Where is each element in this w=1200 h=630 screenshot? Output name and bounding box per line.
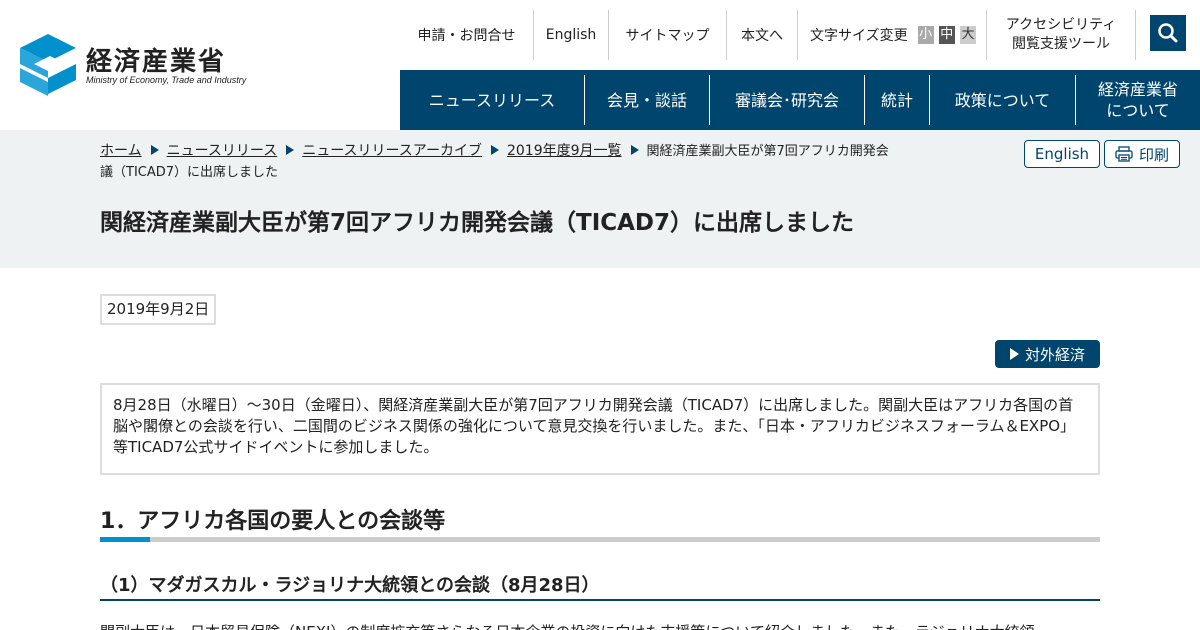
category-tag-label: 対外経済 bbox=[1024, 345, 1085, 364]
accessibility-label-line1: アクセシビリティ bbox=[1005, 17, 1117, 33]
subsection-heading-rule bbox=[100, 599, 1100, 601]
breadcrumb-month-list[interactable]: 2019年度9月一覧 bbox=[507, 143, 622, 159]
english-page-button[interactable]: English bbox=[1024, 140, 1100, 168]
util-sitemap-link[interactable]: サイトマップ bbox=[608, 10, 726, 60]
font-size-small-button[interactable]: 小 bbox=[917, 26, 934, 44]
font-size-medium-button[interactable]: 中 bbox=[938, 26, 955, 44]
gnav-news-release[interactable]: ニュースリリース bbox=[400, 75, 584, 125]
breadcrumb-home[interactable]: ホーム bbox=[100, 143, 142, 159]
breadcrumb-arrow-icon bbox=[630, 145, 639, 155]
gnav-about-line1: 経済産業省 bbox=[1097, 80, 1178, 99]
breadcrumb-news-release[interactable]: ニュースリリース bbox=[167, 143, 278, 159]
logo-name-en: Ministry of Economy, Trade and Industry bbox=[86, 75, 247, 85]
breadcrumb-arrow-icon bbox=[490, 145, 499, 155]
publish-date: 2019年9月2日 bbox=[100, 294, 217, 325]
section-heading-rule bbox=[100, 537, 1100, 542]
summary-box: 8月28日（水曜日）～30日（金曜日）、関経済産業副大臣が第7回アフリカ開発会議… bbox=[100, 383, 1100, 475]
print-button-label: 印刷 bbox=[1138, 145, 1169, 164]
print-button[interactable]: 印刷 bbox=[1104, 140, 1180, 168]
tag-arrow-icon bbox=[1009, 348, 1019, 360]
font-size-large-button[interactable]: 大 bbox=[959, 26, 977, 44]
breadcrumb: ホーム ニュースリリース ニュースリリースアーカイブ 2019年度9月一覧 関経済産業副… bbox=[100, 141, 900, 183]
subsection-paragraph: 関副大臣は、日本貿易保険（NEXI）の制度拡充等さらなる日本企業の投資に向けた支… bbox=[100, 621, 1100, 630]
accessibility-tool-link[interactable]: アクセシビリティ 閲覧支援ツール bbox=[986, 10, 1136, 60]
category-tag-button[interactable]: 対外経済 bbox=[995, 340, 1100, 368]
gnav-councils[interactable]: 審議会･研究会 bbox=[709, 75, 864, 125]
page-title: 関経済産業副大臣が第7回アフリカ開発会議（TICAD7）に出席しました bbox=[100, 210, 855, 236]
site-logo[interactable]: 経済産業省 Ministry of Economy, Trade and Ind… bbox=[20, 34, 260, 96]
search-icon bbox=[1158, 23, 1178, 43]
global-nav: ニュースリリース 会見・談話 審議会･研究会 統計 政策について 経済産業省 に… bbox=[400, 70, 1200, 130]
breadcrumb-arrow-icon bbox=[150, 145, 159, 155]
section-heading-rule-accent bbox=[100, 537, 150, 542]
util-skip-to-content-link[interactable]: 本文へ bbox=[726, 10, 797, 60]
accessibility-label-line2: 閲覧支援ツール bbox=[1012, 36, 1110, 52]
subsection-heading: （1）マダガスカル・ラジョリナ大統領との会談（8月28日） bbox=[100, 575, 600, 596]
util-english-link[interactable]: English bbox=[533, 10, 608, 60]
gnav-about-line2: について bbox=[1106, 101, 1170, 120]
breadcrumb-arrow-icon bbox=[286, 145, 295, 155]
section-heading: 1．アフリカ各国の要人との会談等 bbox=[100, 509, 446, 534]
breadcrumb-news-archive[interactable]: ニュースリリースアーカイブ bbox=[302, 143, 482, 159]
gnav-statistics[interactable]: 統計 bbox=[864, 75, 929, 125]
font-size-switcher: 文字サイズ変更 小 中 大 bbox=[797, 10, 986, 60]
util-inquiry-link[interactable]: 申請・お問合せ bbox=[400, 10, 533, 60]
meti-logo-icon bbox=[20, 34, 76, 96]
search-button[interactable] bbox=[1150, 15, 1186, 51]
gnav-about-meti[interactable]: 経済産業省 について bbox=[1075, 75, 1200, 125]
font-size-label: 文字サイズ変更 bbox=[810, 28, 908, 44]
utility-nav: 申請・お問合せ English サイトマップ 本文へ 文字サイズ変更 小 中 大… bbox=[400, 10, 1136, 60]
gnav-policy[interactable]: 政策について bbox=[929, 75, 1075, 125]
logo-name-ja: 経済産業省 bbox=[86, 47, 227, 77]
gnav-press-conference[interactable]: 会見・談話 bbox=[584, 75, 709, 125]
site-header: 経済産業省 Ministry of Economy, Trade and Ind… bbox=[0, 0, 1200, 130]
printer-icon bbox=[1115, 146, 1133, 162]
